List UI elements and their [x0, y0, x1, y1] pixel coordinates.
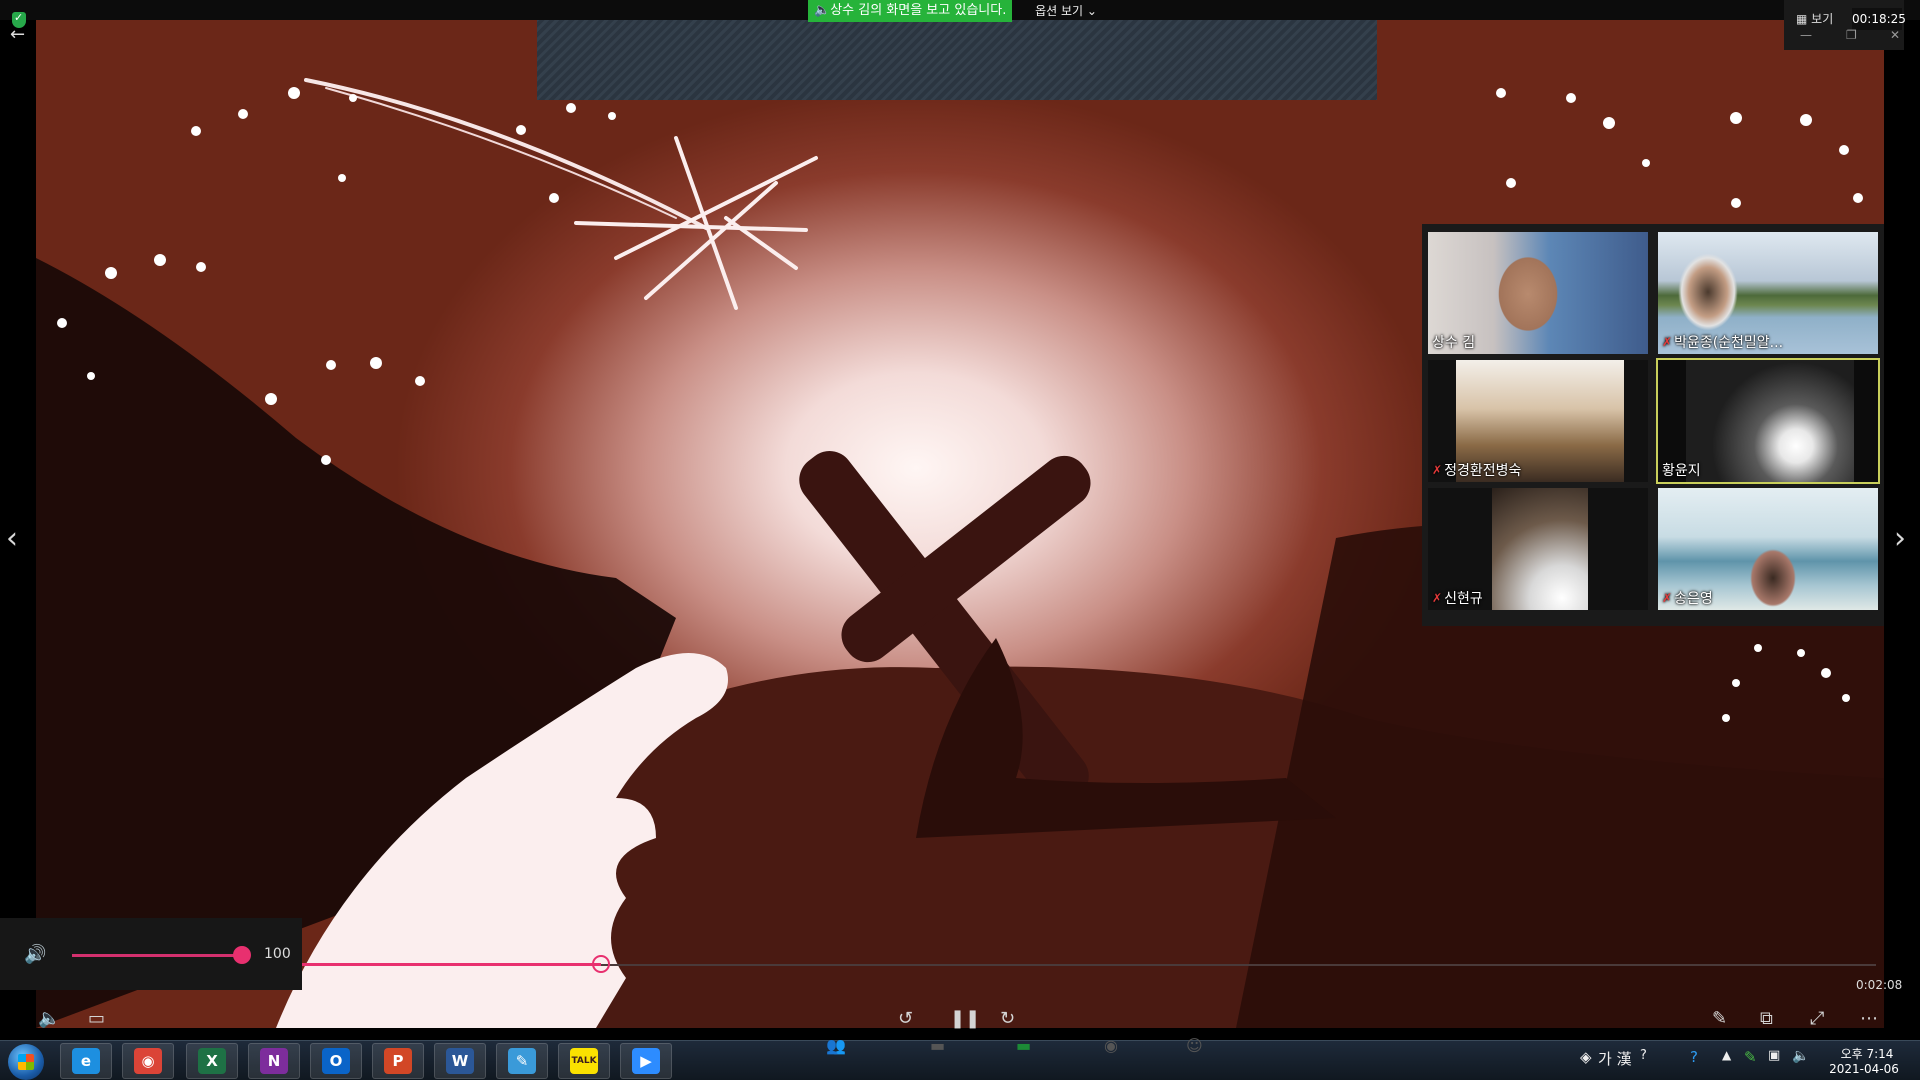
outlook-icon: O — [322, 1048, 350, 1074]
taskbar-app-outlook[interactable]: O — [310, 1043, 362, 1079]
seek-bar-played — [302, 963, 602, 966]
pen-tray-icon[interactable]: ✎ — [1744, 1048, 1757, 1066]
volume-panel: 🔊 100 — [0, 918, 302, 990]
volume-slider-knob[interactable] — [233, 946, 251, 964]
record-icon: ◉ — [1104, 1036, 1118, 1055]
share-overlay — [537, 18, 1377, 100]
participant-name: ✗상수 김 — [1432, 335, 1476, 351]
network-icon[interactable]: ▣ — [1768, 1048, 1780, 1063]
pause-icon[interactable]: ❚❚ — [950, 1008, 980, 1030]
view-options-button[interactable]: 옵션 보기 ⌄ — [1028, 0, 1104, 22]
mic-muted-icon: ✗ — [1662, 591, 1673, 605]
minimize-icon[interactable]: — — [1800, 28, 1812, 42]
view-options-label: 옵션 보기 — [1035, 4, 1084, 18]
participant-tile[interactable]: ✗ 정경환전병숙 — [1426, 358, 1650, 484]
share-banner-text: 상수 김의 화면을 보고 있습니다. — [830, 3, 1007, 18]
speaker-icon: 🔈 — [814, 3, 831, 18]
restore-icon[interactable]: ❐ — [1846, 28, 1857, 42]
participant-name: ✗ 신현규 — [1432, 591, 1483, 607]
volume-value: 100 — [264, 946, 291, 962]
picture-in-picture-icon[interactable]: ⧉ — [1760, 1008, 1773, 1030]
close-icon[interactable]: ✕ — [1890, 28, 1900, 42]
chevron-down-icon: ⌄ — [1086, 4, 1097, 18]
start-button[interactable] — [8, 1044, 44, 1080]
view-button-label: 보기 — [1811, 12, 1834, 26]
share-banner: 🔈상수 김의 화면을 보고 있습니다. — [808, 0, 1012, 22]
word-icon: W — [446, 1048, 474, 1074]
grid-icon: ▦ — [1796, 12, 1808, 26]
participant-name: ✗ 박윤종(순천밀알... — [1662, 335, 1784, 351]
notepad-tool-icon: ✎ — [508, 1048, 536, 1074]
chat-icon: ▬ — [930, 1036, 946, 1055]
participant-tile[interactable]: ✗ 박윤종(순천밀알... — [1656, 230, 1880, 356]
help-icon[interactable]: ? — [1640, 1048, 1647, 1063]
taskbar-app-zoom[interactable]: ▶ — [620, 1043, 672, 1079]
taskbar-app-internet-explorer[interactable]: e — [60, 1043, 112, 1079]
participant-name: ✗황윤지 — [1662, 463, 1701, 479]
powerpoint-icon: P — [384, 1048, 412, 1074]
taskbar-app-powerpoint[interactable]: P — [372, 1043, 424, 1079]
screen: ← 🔈상수 김의 화면을 보고 있습니다. 옵션 보기 ⌄ ▦ 보기 00:18… — [0, 0, 1920, 1080]
previous-page-icon[interactable]: ‹ — [6, 524, 18, 554]
participants-icon: 👥 — [826, 1036, 846, 1055]
speaker-icon[interactable]: 🔈 — [38, 1008, 60, 1030]
next-page-icon[interactable]: › — [1894, 524, 1906, 554]
participant-tile[interactable]: ✗상수 김 — [1426, 230, 1650, 356]
taskbar-app-kakaotalk[interactable]: TALK — [558, 1043, 610, 1079]
subtitles-icon[interactable]: ▭ — [88, 1008, 105, 1030]
participant-tile[interactable]: ✗ 송은영 — [1656, 486, 1880, 612]
mic-muted-icon: ✗ — [1432, 463, 1443, 477]
tray-expand-icon[interactable]: ▲ — [1722, 1048, 1731, 1062]
rewind-10-icon[interactable]: ↺ — [898, 1008, 913, 1030]
volume-slider-track[interactable] — [72, 954, 242, 957]
taskbar-app-notepad-tool[interactable]: ✎ — [496, 1043, 548, 1079]
mic-muted-icon: ✗ — [1662, 335, 1673, 349]
chrome-icon: ◉ — [134, 1048, 162, 1074]
view-button[interactable]: ▦ 보기 — [1796, 10, 1833, 27]
mic-muted-icon: ✗ — [1432, 591, 1443, 605]
internet-explorer-icon: e — [72, 1048, 100, 1074]
participant-tile-active-speaker[interactable]: ✗황윤지 — [1656, 358, 1880, 484]
excel-icon: X — [198, 1048, 226, 1074]
back-arrow-icon[interactable]: ← — [10, 26, 25, 44]
clock-time[interactable]: 오후 7:14 — [1832, 1045, 1902, 1062]
participant-tile[interactable]: ✗ 신현규 — [1426, 486, 1650, 612]
onenote-icon: N — [260, 1048, 288, 1074]
participant-name: ✗ 송은영 — [1662, 591, 1713, 607]
zoom-icon: ▶ — [632, 1048, 660, 1074]
clock-date[interactable]: 2021-04-06 — [1824, 1062, 1904, 1076]
taskbar-app-onenote[interactable]: N — [248, 1043, 300, 1079]
expand-icon[interactable]: ⤢ — [1810, 1008, 1824, 1030]
taskbar-app-word[interactable]: W — [434, 1043, 486, 1079]
kakaotalk-icon: TALK — [570, 1048, 598, 1074]
reactions-icon: ☺ — [1186, 1036, 1203, 1055]
volume-tray-icon[interactable]: 🔈 — [1792, 1048, 1809, 1064]
taskbar-app-excel[interactable]: X — [186, 1043, 238, 1079]
share-screen-icon: ▬ — [1016, 1036, 1032, 1055]
forward-30-icon[interactable]: ↻ — [1000, 1008, 1015, 1030]
taskbar-app-chrome[interactable]: ◉ — [122, 1043, 174, 1079]
more-icon[interactable]: ⋯ — [1860, 1008, 1878, 1030]
pen-icon[interactable]: ✎ — [1712, 1008, 1727, 1030]
help-icon[interactable]: ? — [1690, 1048, 1698, 1066]
participant-gallery: ✗상수 김 ✗박윤종(순천밀알... ✗정경환전병숙 ✗황윤지 ✗신현규 ✗송은… — [1422, 224, 1884, 626]
language-bar-icon[interactable]: ◈ — [1580, 1048, 1592, 1066]
meeting-timer: 00:18:25 — [1852, 8, 1906, 30]
duration-label: 0:02:08 — [1856, 978, 1903, 992]
ime-indicator[interactable]: 가 漢 — [1598, 1048, 1632, 1069]
seek-bar-knob[interactable] — [592, 955, 611, 973]
speaker-icon[interactable]: 🔊 — [24, 944, 46, 965]
participant-name: ✗ 정경환전병숙 — [1432, 463, 1522, 479]
